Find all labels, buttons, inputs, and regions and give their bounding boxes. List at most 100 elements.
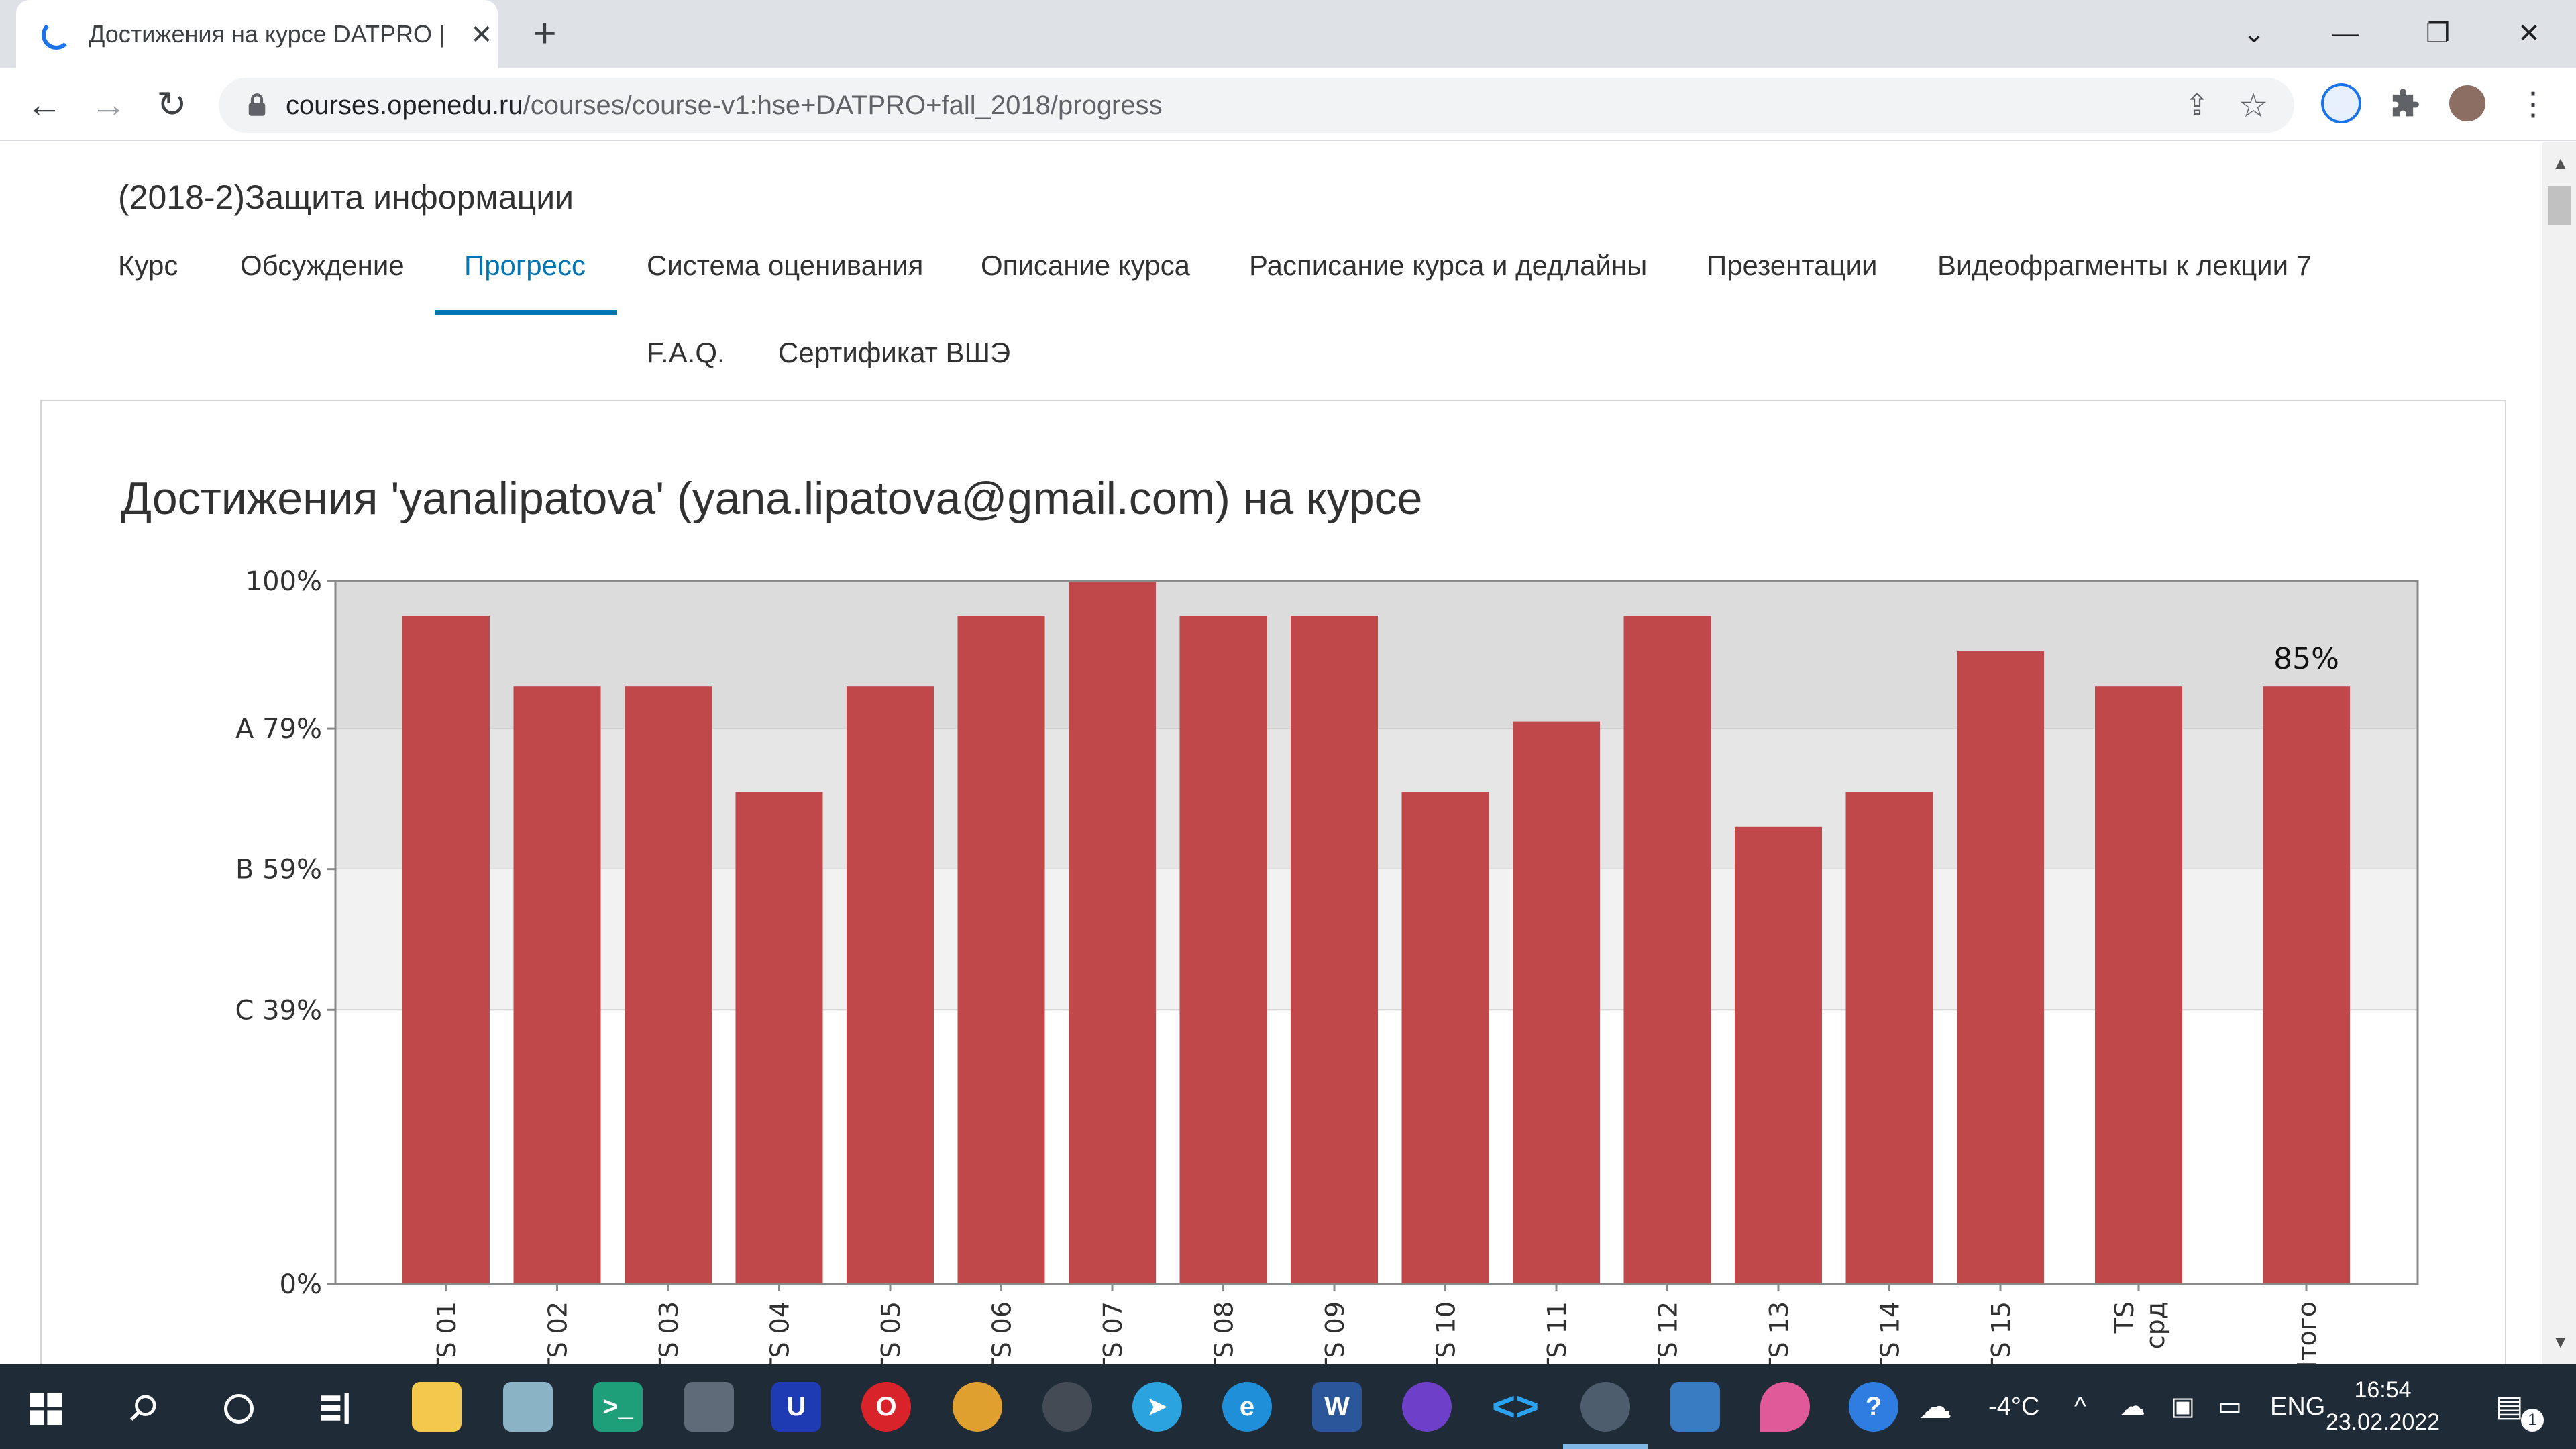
profile-avatar[interactable] xyxy=(2447,83,2487,123)
tab-title: Достижения на курсе DATPRO | xyxy=(89,20,445,48)
lock-icon[interactable] xyxy=(243,91,271,119)
y-tick-label-3: C 39% xyxy=(235,995,322,1026)
github-icon[interactable] xyxy=(1402,1382,1452,1432)
chrome-active-icon[interactable] xyxy=(1580,1382,1630,1432)
weather-temperature[interactable]: -4°C xyxy=(1988,1391,2039,1422)
bar-7 xyxy=(1179,616,1267,1284)
scroll-up-arrow-icon[interactable]: ▲ xyxy=(2552,153,2569,174)
bar-12 xyxy=(1735,826,1822,1284)
browser-tab-strip: Достижения на курсе DATPRO | ✕ + ⌄ — ❐ ✕ xyxy=(0,0,2576,68)
tray-expand-icon[interactable]: ^ xyxy=(2074,1391,2086,1422)
browser-toolbar: ← → ↻ courses.openedu.ru/courses/course-… xyxy=(0,68,2576,141)
telegram-icon[interactable]: ➤ xyxy=(1132,1382,1182,1432)
progress-chart: 100% A 79% B 59% C 39% 0% TS 01 TS 02 TS 03 TS 0… xyxy=(235,566,2419,1364)
clock-time: 16:54 xyxy=(2354,1377,2412,1403)
onedrive-cloud-icon[interactable]: ☁ xyxy=(2120,1391,2145,1422)
loading-spinner-icon xyxy=(42,20,71,50)
reload-button[interactable]: ↻ xyxy=(148,80,196,129)
x-tick-label-10: TS 11 xyxy=(1542,1301,1572,1364)
bar-2 xyxy=(625,686,712,1284)
bookmark-star-icon[interactable]: ☆ xyxy=(2235,87,2271,123)
x-tick-label-12: TS 13 xyxy=(1764,1301,1794,1364)
clock-date: 23.02.2022 xyxy=(2325,1409,2440,1435)
bar-1 xyxy=(513,686,601,1284)
page-content: (2018-2)Защита информации Курс Обсуждени… xyxy=(0,142,2542,1364)
calculator-icon[interactable] xyxy=(684,1382,734,1432)
bar-0 xyxy=(402,616,490,1284)
browser-tab[interactable]: Достижения на курсе DATPRO | ✕ xyxy=(16,0,498,68)
url-path: /courses/course-v1:hse+DATPRO+fall_2018/… xyxy=(523,91,1163,120)
cortana-icon[interactable] xyxy=(224,1394,254,1424)
notes-app-icon[interactable] xyxy=(503,1382,553,1432)
extension-globe-icon[interactable] xyxy=(2321,83,2361,123)
share-icon[interactable]: ⇪ xyxy=(2180,89,2214,122)
notifications-icon[interactable]: ▤ xyxy=(2496,1391,2524,1422)
restore-button[interactable]: ❐ xyxy=(2411,9,2465,58)
bar-16 xyxy=(2263,686,2350,1284)
notification-count-badge: 1 xyxy=(2521,1409,2544,1432)
url-text[interactable]: courses.openedu.ru/courses/course-v1:hse… xyxy=(286,78,1163,133)
word-icon[interactable]: W xyxy=(1312,1382,1362,1432)
bar-5 xyxy=(957,616,1045,1284)
bar-9 xyxy=(1401,792,1489,1284)
x-tick-label-6: TS 07 xyxy=(1098,1301,1128,1364)
system-clock[interactable]: 16:54 23.02.2022 xyxy=(2316,1374,2450,1438)
bar-8 xyxy=(1291,616,1378,1284)
scrollbar-thumb[interactable] xyxy=(2548,186,2571,225)
bar-11 xyxy=(1623,616,1711,1284)
x-tick-label-5: TS 06 xyxy=(987,1301,1017,1364)
bar-4 xyxy=(847,686,934,1284)
file-explorer-icon[interactable] xyxy=(412,1382,462,1432)
help-icon[interactable]: ? xyxy=(1849,1382,1898,1432)
tab-close-button[interactable]: ✕ xyxy=(464,17,499,52)
bar-3 xyxy=(735,792,823,1284)
windows-start-icon[interactable] xyxy=(30,1393,62,1425)
network-icon[interactable]: ▭ xyxy=(2218,1391,2242,1422)
active-app-indicator xyxy=(1563,1444,1648,1449)
opera-browser-icon[interactable]: O xyxy=(861,1382,911,1432)
scroll-down-arrow-icon[interactable]: ▼ xyxy=(2552,1332,2569,1352)
browser-menu-button[interactable]: ⋮ xyxy=(2509,80,2557,129)
y-tick-label-4: 0% xyxy=(280,1269,322,1300)
y-tick-label-1: A 79% xyxy=(235,714,322,745)
address-bar[interactable]: courses.openedu.ru/courses/course-v1:hse… xyxy=(219,78,2294,133)
y-tick-label-0: 100% xyxy=(246,566,322,597)
forward-button[interactable]: → xyxy=(85,80,133,129)
x-tick-label-4: TS 05 xyxy=(876,1301,906,1364)
page-scrollbar[interactable]: ▲ ▼ xyxy=(2542,142,2576,1364)
bar-15 xyxy=(2095,686,2182,1284)
bar-10 xyxy=(1513,721,1600,1284)
x-tick-label-14: TS 15 xyxy=(1986,1301,2016,1364)
tab-search-button[interactable]: ⌄ xyxy=(2227,9,2281,58)
taskbar: >_ U O ➤ e W <> ? ☁ -4°C ^ ☁ ▣ ▭ ENG 16:… xyxy=(0,1364,2576,1449)
total-value-label: 85% xyxy=(2273,642,2339,676)
vscode-icon[interactable]: <> xyxy=(1491,1382,1540,1432)
paint-drop-icon[interactable] xyxy=(1760,1382,1810,1432)
task-view-icon[interactable] xyxy=(318,1393,352,1424)
x-tick-label-3: TS 04 xyxy=(765,1301,795,1364)
chrome-profile-icon[interactable] xyxy=(953,1382,1002,1432)
bar-14 xyxy=(1957,651,2044,1284)
terminal-icon[interactable]: >_ xyxy=(593,1382,643,1432)
edge-browser-icon[interactable]: e xyxy=(1222,1382,1272,1432)
x-tick-label-13: TS 14 xyxy=(1876,1301,1905,1364)
x-tick-label-1: TS 02 xyxy=(543,1301,573,1364)
display-icon[interactable]: ▣ xyxy=(2171,1391,2195,1422)
vpn-lock-icon[interactable] xyxy=(1042,1382,1092,1432)
x-tick-label-16: Итого xyxy=(2292,1301,2322,1364)
x-tick-label-0: TS 01 xyxy=(432,1301,462,1364)
weather-cloud-icon[interactable]: ☁ xyxy=(1919,1390,1952,1424)
photos-icon[interactable] xyxy=(1670,1382,1720,1432)
extensions-puzzle-icon[interactable] xyxy=(2385,87,2420,122)
minimize-button[interactable]: — xyxy=(2318,9,2372,58)
x-tick-label-7: TS 08 xyxy=(1210,1301,1239,1364)
x-tick-label-11: TS 12 xyxy=(1654,1301,1683,1364)
url-host: courses.openedu.ru xyxy=(286,91,523,120)
back-button[interactable]: ← xyxy=(20,80,68,129)
search-icon[interactable] xyxy=(127,1393,158,1424)
close-window-button[interactable]: ✕ xyxy=(2502,9,2556,58)
x-tick-label-2: TS 03 xyxy=(654,1301,684,1364)
bar-6 xyxy=(1069,581,1156,1284)
new-tab-button[interactable]: + xyxy=(523,13,566,56)
u-app-icon[interactable]: U xyxy=(771,1382,821,1432)
